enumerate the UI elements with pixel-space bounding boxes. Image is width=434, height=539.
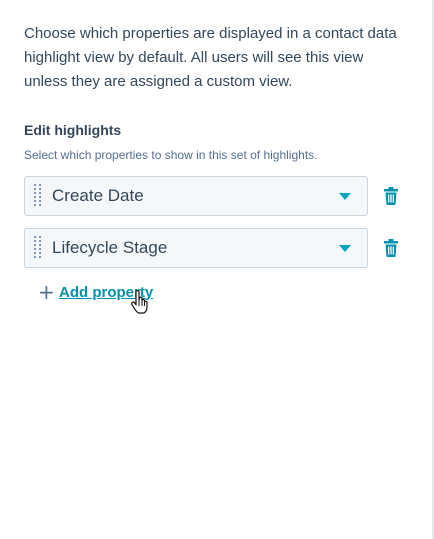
property-list: Create Date Lifecycle Stage (24, 176, 404, 268)
property-row: Lifecycle Stage (24, 228, 404, 268)
property-label: Create Date (52, 186, 144, 205)
delete-property-button[interactable] (381, 186, 401, 206)
chevron-down-icon[interactable] (339, 192, 351, 200)
trash-icon (384, 239, 398, 257)
highlights-settings-panel: Choose which properties are displayed in… (24, 22, 404, 314)
chevron-down-icon[interactable] (339, 244, 351, 252)
hand-pointer-icon (131, 290, 148, 314)
property-row: Create Date (24, 176, 404, 216)
add-property-row[interactable]: + Add property (38, 280, 404, 314)
delete-property-button[interactable] (381, 238, 401, 258)
section-subtitle: Select which properties to show in this … (24, 148, 318, 162)
section-title: Edit highlights (24, 122, 122, 138)
property-select-lifecycle-stage[interactable]: Lifecycle Stage (24, 228, 368, 268)
property-select-create-date[interactable]: Create Date (24, 176, 368, 216)
panel-description: Choose which properties are displayed in… (24, 25, 397, 90)
property-label: Lifecycle Stage (52, 238, 168, 257)
drag-handle-icon[interactable] (27, 177, 49, 215)
plus-icon[interactable]: + (38, 282, 55, 302)
drag-handle-icon[interactable] (27, 229, 49, 267)
trash-icon (384, 187, 398, 205)
